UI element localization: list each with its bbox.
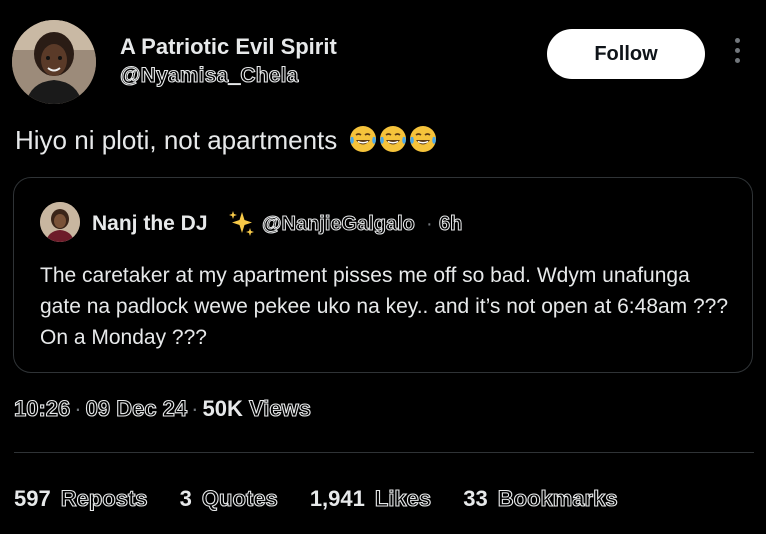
- follow-button[interactable]: Follow: [547, 29, 705, 79]
- quotes-stat[interactable]: 3 Quotes: [179, 485, 279, 511]
- reposts-count: 597: [14, 486, 51, 511]
- quoted-tweet-text: The caretaker at my apartment pisses me …: [40, 264, 729, 349]
- reposts-stat[interactable]: 597 Reposts: [14, 485, 148, 511]
- likes-label: Likes: [374, 485, 432, 511]
- quotes-label: Quotes: [201, 485, 278, 511]
- likes-count: 1,941: [309, 486, 365, 511]
- emoji-group: [349, 125, 439, 153]
- likes-stat[interactable]: 1,941 Likes: [309, 485, 432, 511]
- face-with-tears-of-joy-icon: [349, 126, 376, 152]
- separator-dot: ·: [426, 213, 433, 235]
- engagement-stats: 597 Reposts 3 Quotes 1,941 Likes 33 Bookmark…: [14, 485, 644, 512]
- views-label[interactable]: Views: [248, 395, 311, 421]
- quoted-author-avatar[interactable]: [40, 202, 80, 242]
- views-count: 50K: [202, 396, 243, 421]
- sparkles-icon: [229, 211, 254, 236]
- quoted-author-display-name[interactable]: Nanj the DJ: [92, 212, 208, 236]
- face-with-tears-of-joy-icon: [379, 126, 406, 152]
- tweet-date[interactable]: 09 Dec 24: [85, 395, 188, 421]
- tweet-time[interactable]: 10:26: [13, 395, 70, 421]
- quoted-author-handle[interactable]: @NanjieGalgalo: [262, 213, 416, 236]
- author-display-name[interactable]: A Patriotic Evil Spirit: [120, 34, 337, 60]
- bookmarks-stat[interactable]: 33 Bookmarks: [463, 485, 618, 511]
- quotes-count: 3: [179, 486, 192, 511]
- author-handle[interactable]: @Nyamisa_Chela: [119, 63, 298, 88]
- divider: [14, 452, 754, 453]
- bookmarks-count: 33: [463, 486, 488, 511]
- separator-dot: ·: [191, 396, 199, 421]
- bookmarks-label: Bookmarks: [497, 485, 618, 511]
- tweet-text: Hiyo ni ploti, not apartments: [15, 125, 439, 156]
- quoted-timestamp[interactable]: 6h: [438, 213, 462, 236]
- tweet-meta: 10:26 · 09 Dec 24 · 50K Views: [13, 395, 311, 422]
- reposts-label: Reposts: [60, 485, 148, 511]
- face-with-tears-of-joy-icon: [409, 126, 436, 152]
- separator-dot: ·: [74, 396, 82, 421]
- more-options-icon[interactable]: [730, 38, 744, 70]
- tweet-header: A Patriotic Evil Spirit @Nyamisa_Chela F…: [0, 0, 766, 110]
- tweet-text-body: Hiyo ni ploti, not apartments: [15, 125, 338, 155]
- author-avatar[interactable]: [12, 20, 96, 104]
- quoted-tweet-card[interactable]: Nanj the DJ @NanjieGalgalo · 6h The care…: [13, 177, 753, 373]
